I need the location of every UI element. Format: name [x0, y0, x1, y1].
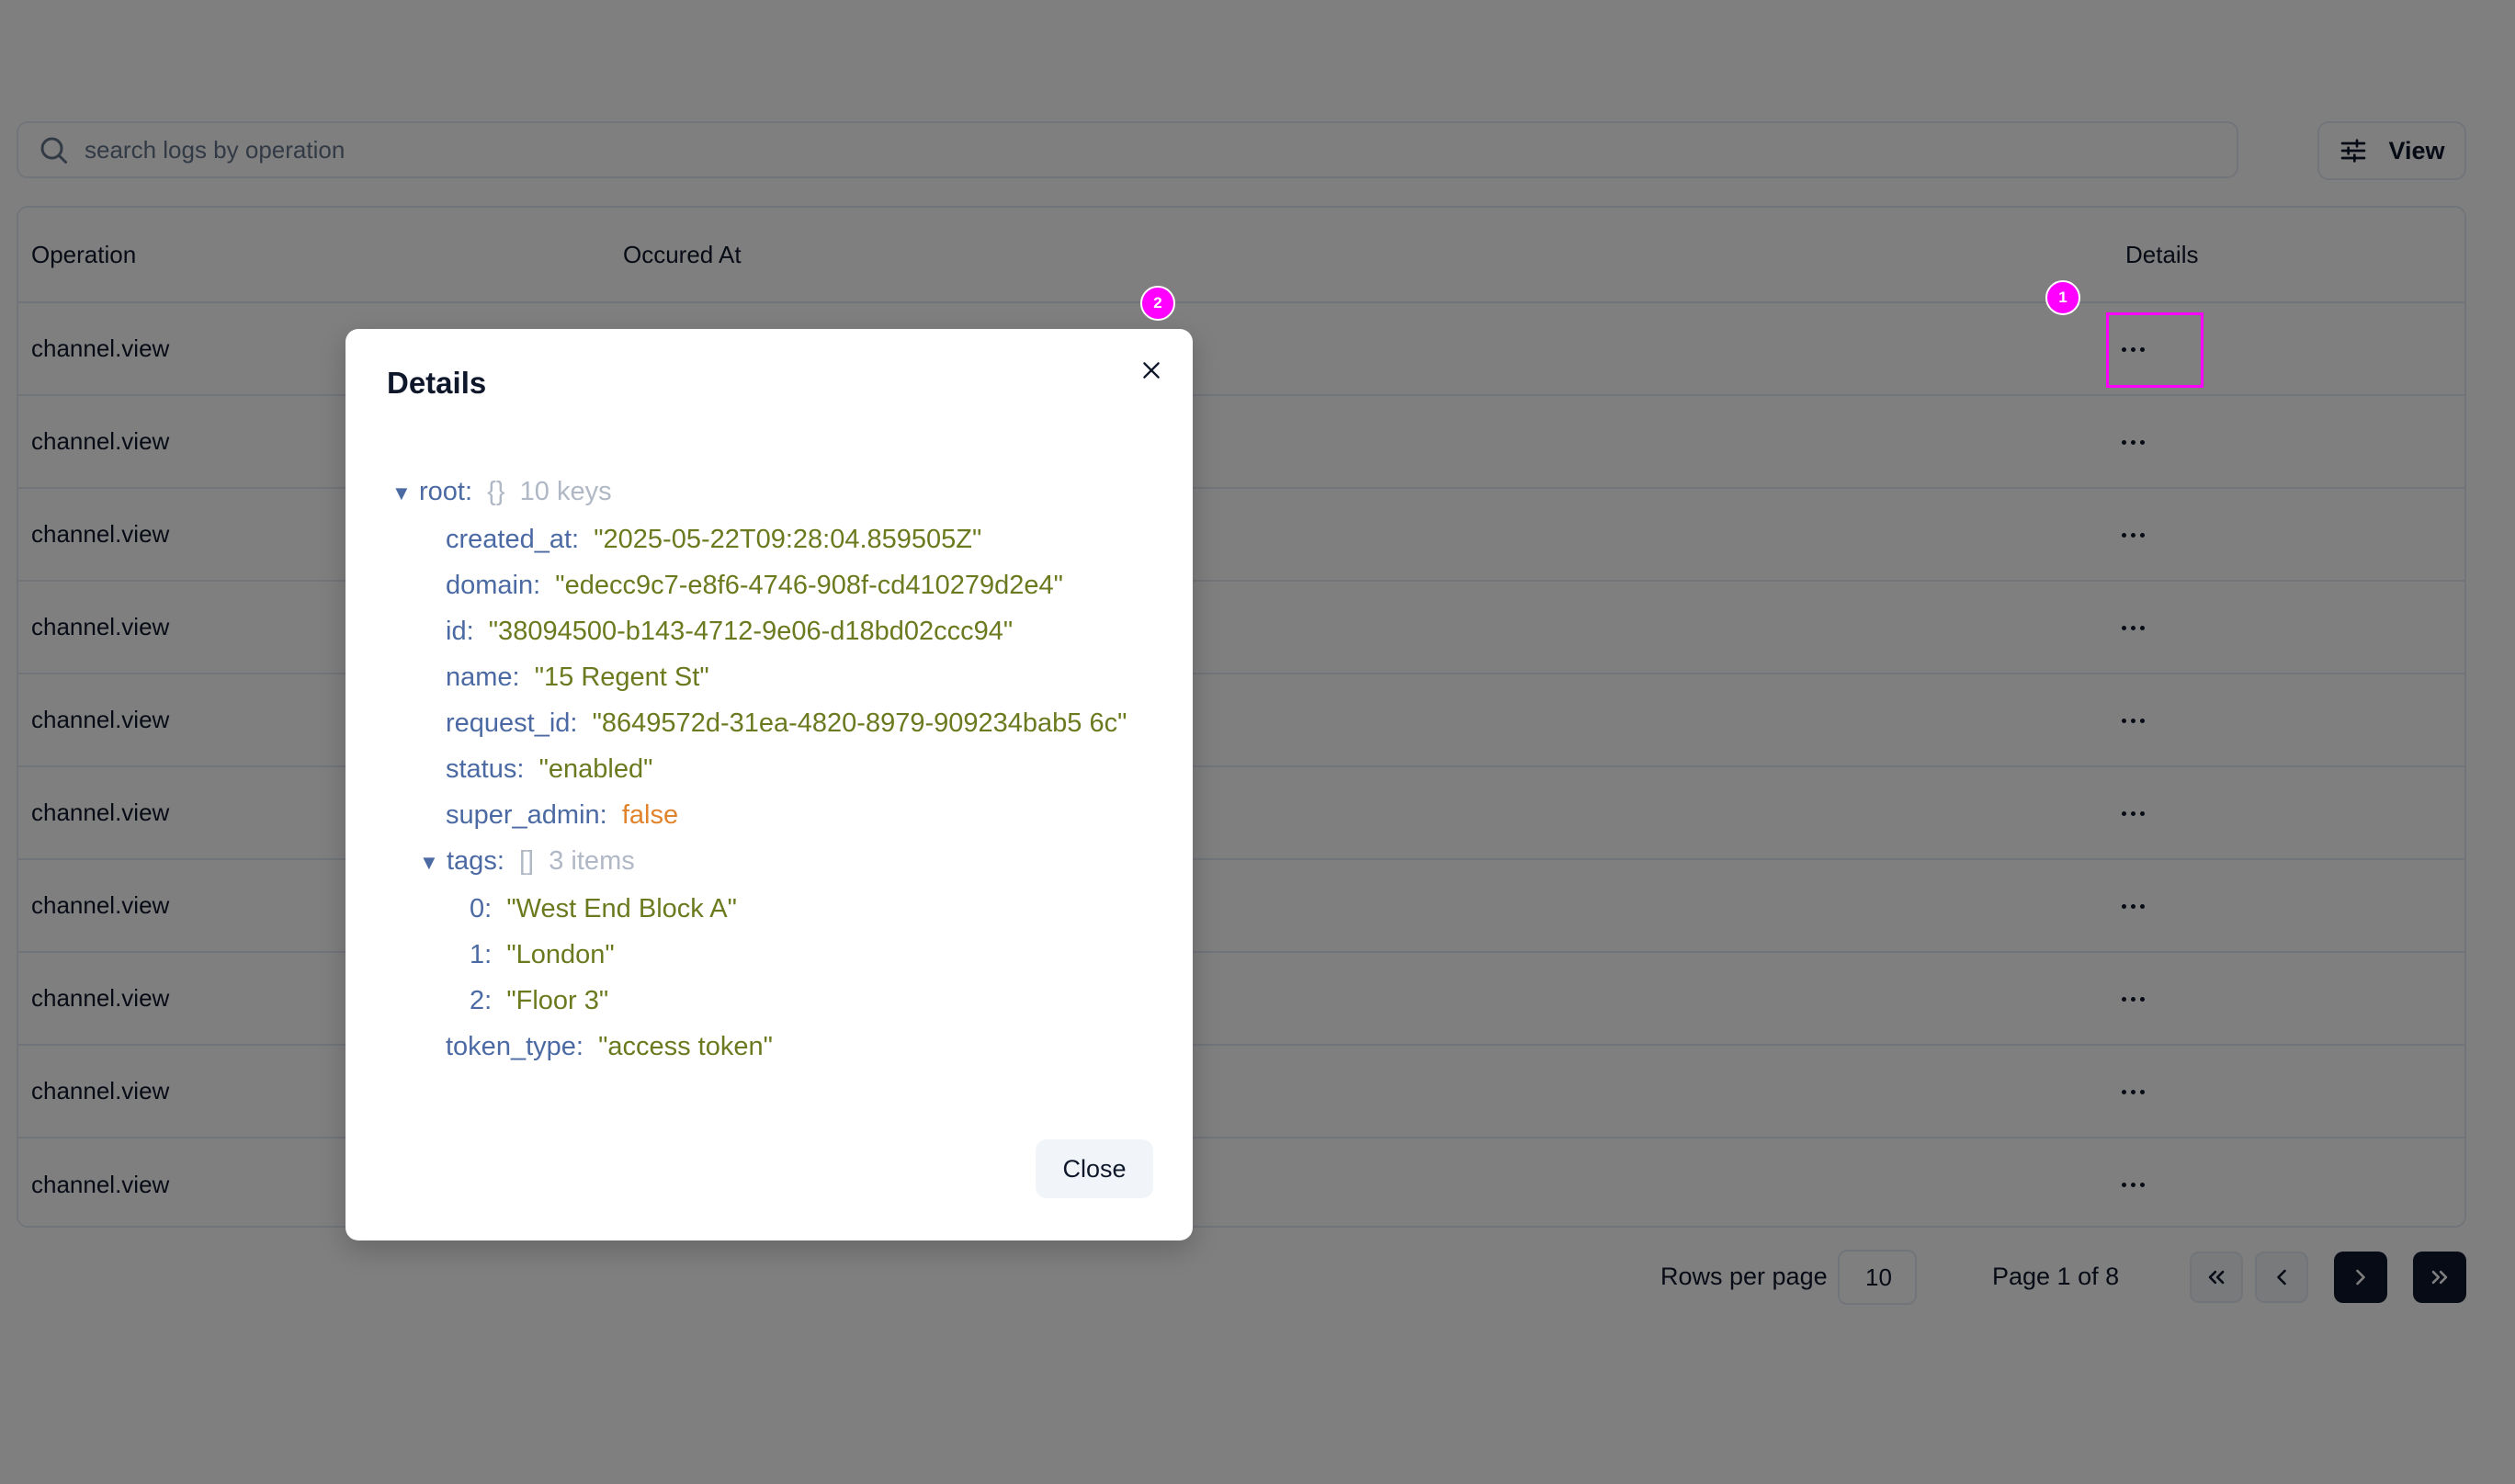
json-key: 2: [470, 986, 493, 1015]
json-field-name: name: "15 Regent St" [391, 654, 1154, 700]
json-field-status: status: "enabled" [391, 746, 1154, 792]
audit-logs-page: View Operation Occured At Details channe… [0, 0, 2515, 1484]
json-key: super_admin: [446, 800, 607, 830]
json-value: "edecc9c7-e8f6-4746-908f-cd410279d2e4" [555, 571, 1063, 600]
json-value: "enabled" [538, 754, 653, 784]
json-tree: ▼ root: {} 10 keys created_at: "2025-05-2… [391, 469, 1154, 1070]
json-value: "London" [506, 940, 615, 969]
json-field-id: id: "38094500-b143-4712-9e06-d18bd02ccc9… [391, 608, 1154, 654]
json-tag-item: 0: "West End Block A" [391, 886, 1154, 932]
json-value: "West End Block A" [506, 894, 737, 923]
json-key: status: [446, 754, 525, 784]
json-value: "Floor 3" [506, 986, 609, 1015]
json-field-super-admin: super_admin: false [391, 792, 1154, 838]
json-key: domain: [446, 571, 541, 600]
json-field-request-id: request_id: "8649572d-31ea-4820-8979-909… [391, 700, 1153, 746]
json-count: 3 items [549, 846, 635, 876]
json-key: 1: [470, 940, 493, 969]
annotation-marker-2: 2 [1140, 286, 1175, 321]
json-key: 0: [470, 894, 493, 923]
json-brace: {} [487, 477, 505, 506]
json-key: token_type: [446, 1032, 583, 1061]
json-brace: [] [519, 846, 535, 876]
json-tags-node[interactable]: ▼ tags: [] 3 items [391, 838, 1154, 886]
json-value: false [621, 800, 679, 830]
json-value: "access token" [598, 1032, 773, 1061]
collapse-arrow-icon[interactable]: ▼ [419, 840, 447, 886]
json-key: created_at: [446, 525, 580, 554]
dialog-close-button[interactable] [1138, 357, 1165, 384]
json-key: request_id: [446, 708, 578, 738]
json-value: "15 Regent St" [534, 663, 709, 692]
json-tag-item: 1: "London" [391, 932, 1154, 978]
close-button[interactable]: Close [1036, 1139, 1153, 1198]
annotation-marker-1: 1 [2045, 280, 2080, 315]
close-icon [1143, 362, 1160, 379]
details-dialog: Details ▼ root: {} 10 keys created_at: "2… [346, 329, 1193, 1240]
json-root-node[interactable]: ▼ root: {} 10 keys [391, 469, 1154, 516]
json-key: root: [419, 477, 473, 506]
json-key: tags: [447, 846, 504, 876]
json-field-domain: domain: "edecc9c7-e8f6-4746-908f-cd41027… [391, 562, 1154, 608]
collapse-arrow-icon[interactable]: ▼ [391, 470, 419, 516]
json-field-created-at: created_at: "2025-05-22T09:28:04.859505Z… [391, 516, 1154, 562]
json-tag-item: 2: "Floor 3" [391, 978, 1154, 1024]
json-count: 10 keys [519, 477, 612, 506]
json-value: "38094500-b143-4712-9e06-d18bd02ccc94" [488, 617, 1014, 646]
json-value: "8649572d-31ea-4820-8979-909234bab5 6c" [592, 708, 1127, 738]
json-value: "2025-05-22T09:28:04.859505Z" [594, 525, 982, 554]
dialog-title: Details [387, 366, 487, 400]
json-field-token-type: token_type: "access token" [391, 1024, 1154, 1070]
json-key: id: [446, 617, 474, 646]
json-key: name: [446, 663, 520, 692]
highlight-box [2106, 312, 2203, 388]
